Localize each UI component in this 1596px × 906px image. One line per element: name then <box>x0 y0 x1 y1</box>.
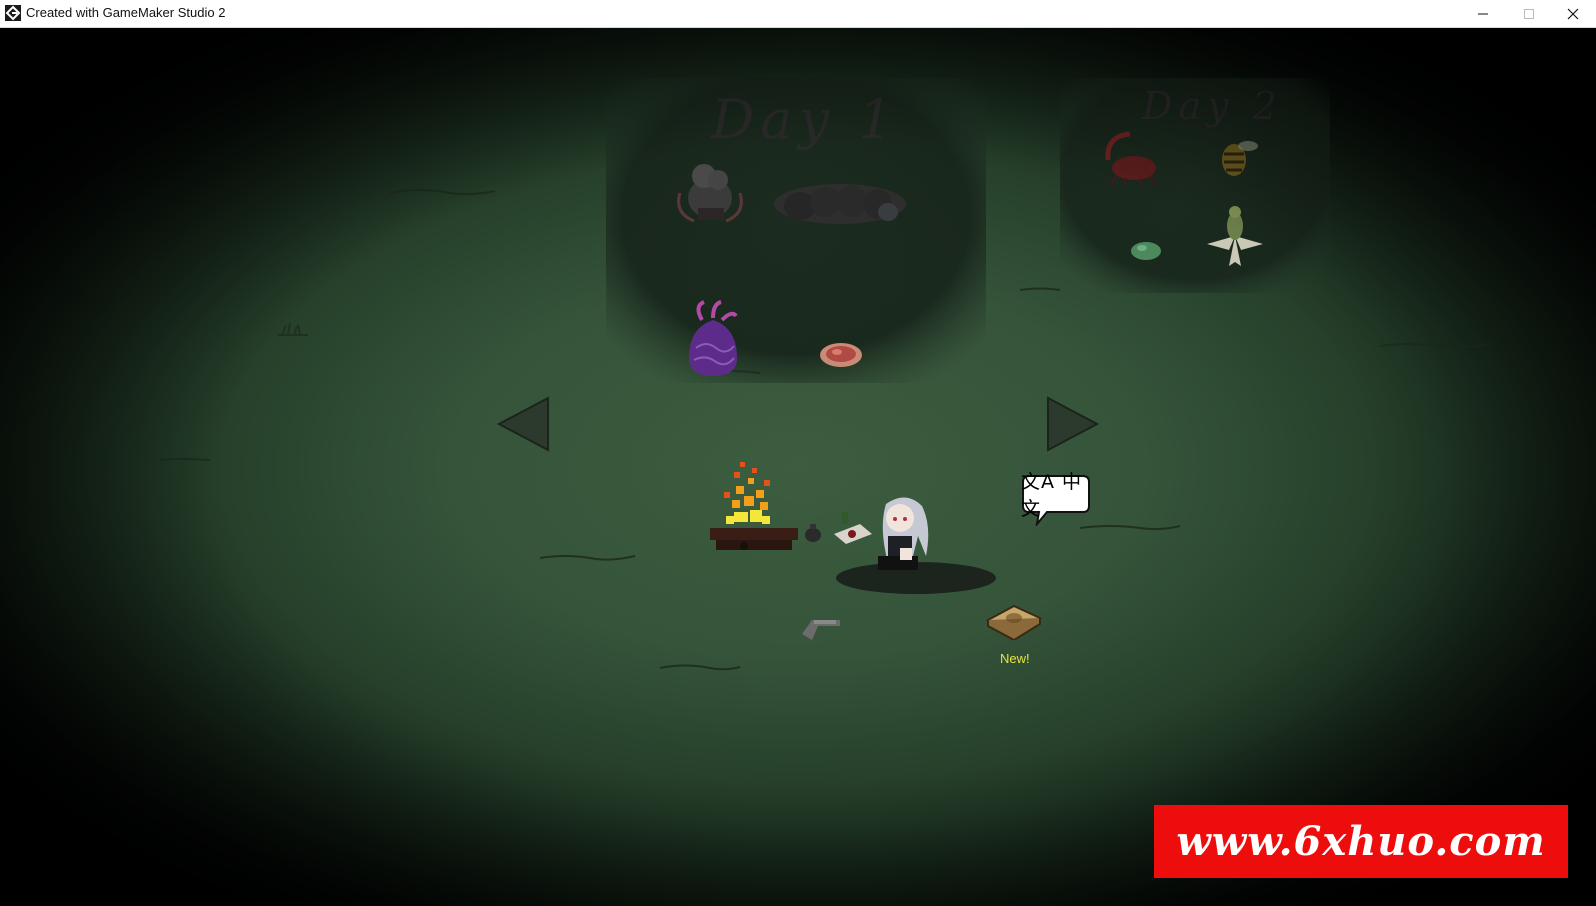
window-titlebar: Created with GameMaker Studio 2 <box>0 0 1596 28</box>
new-badge: New! <box>1000 651 1030 666</box>
grey-creature-icon[interactable] <box>668 158 754 230</box>
minimize-icon <box>1478 13 1488 14</box>
maximize-icon <box>1524 8 1534 19</box>
day1-board: Day 1 <box>606 78 986 383</box>
minimize-button[interactable] <box>1460 0 1506 27</box>
day1-title: Day 1 <box>711 88 899 151</box>
gamemaker-app-icon <box>5 5 21 21</box>
next-day-arrow[interactable] <box>1046 396 1100 452</box>
close-icon <box>1567 8 1579 19</box>
day2-board: Day 2 <box>1060 78 1330 293</box>
white-flower-icon[interactable] <box>1200 198 1270 278</box>
day2-title: Day 2 <box>1142 84 1283 128</box>
journal-book-icon[interactable] <box>984 596 1042 640</box>
player-character[interactable] <box>826 490 1006 600</box>
purple-sack-icon[interactable] <box>684 300 742 378</box>
raw-meat-icon[interactable] <box>818 340 864 370</box>
grey-larva-icon[interactable] <box>770 174 920 232</box>
close-button[interactable] <box>1550 0 1596 27</box>
wasp-icon[interactable] <box>1212 132 1262 182</box>
window-title: Created with GameMaker Studio 2 <box>26 5 226 20</box>
red-worm-icon[interactable] <box>1100 128 1164 188</box>
watermark-banner: www.6xhuo.com <box>1154 805 1568 878</box>
watermark-text: www.6xhuo.com <box>1176 818 1546 865</box>
prev-day-arrow[interactable] <box>496 396 550 452</box>
green-slime-icon[interactable] <box>1128 238 1164 262</box>
kettle-icon[interactable] <box>800 522 826 544</box>
game-canvas[interactable]: Day 1 Day 2 文A 中文 New! <box>0 28 1596 906</box>
pistol-icon[interactable] <box>796 612 846 644</box>
maximize-button[interactable] <box>1506 0 1552 27</box>
language-label: 文A 中文 <box>1021 471 1083 520</box>
language-toggle-button[interactable]: 文A 中文 <box>1021 471 1091 526</box>
campfire-icon[interactable] <box>704 456 804 564</box>
